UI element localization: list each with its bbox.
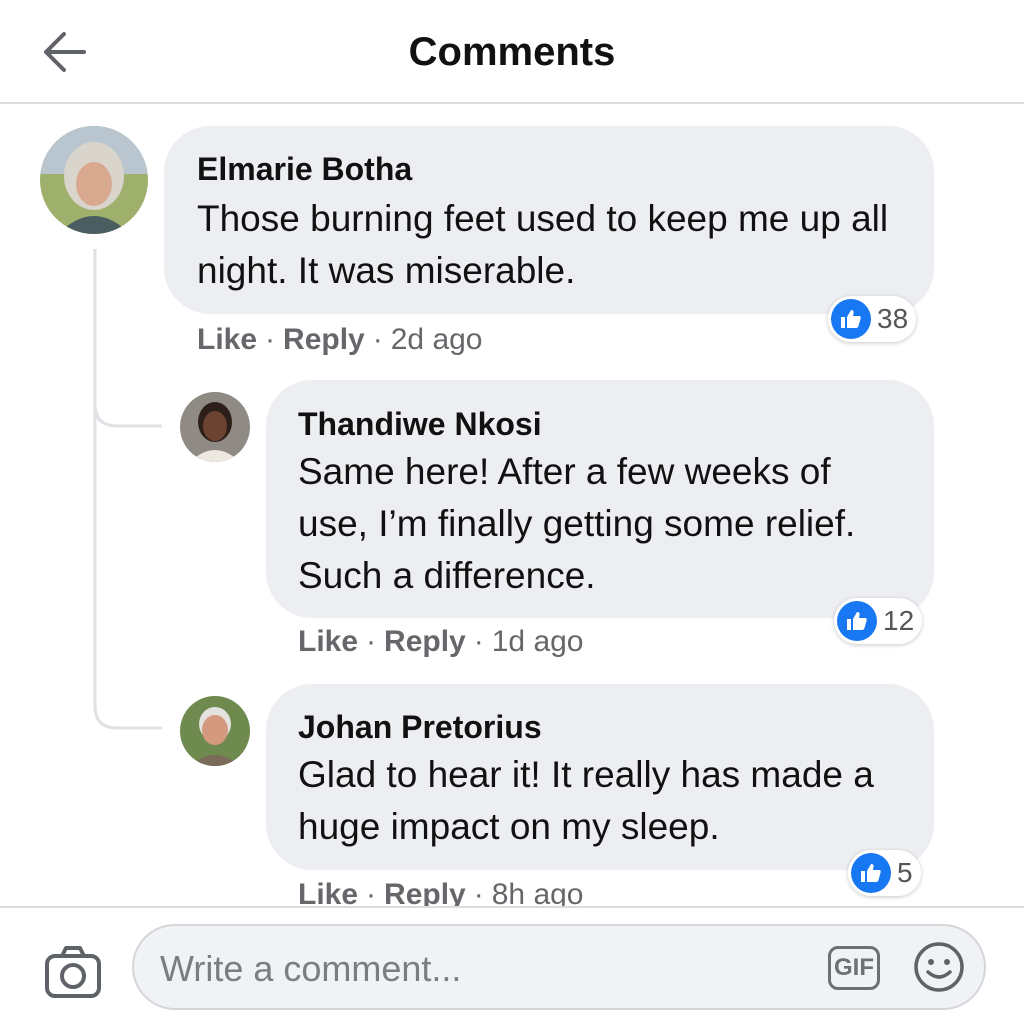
reply-button[interactable]: Reply bbox=[384, 625, 466, 658]
comment-input-wrapper: GIF bbox=[132, 924, 986, 1010]
comment-author[interactable]: Elmarie Botha bbox=[197, 151, 412, 188]
comment-thread: Elmarie Botha Those burning feet used to… bbox=[0, 104, 1024, 906]
comment-bubble: Johan Pretorius Glad to hear it! It real… bbox=[266, 684, 934, 870]
thumbs-up-icon bbox=[851, 853, 891, 893]
comment-actions: Like · Reply · 1d ago bbox=[298, 625, 584, 658]
header-bar: Comments bbox=[0, 0, 1024, 104]
like-count: 38 bbox=[877, 303, 909, 334]
timestamp: 8h ago bbox=[491, 878, 584, 906]
avatar-thandiwe-nkosi[interactable] bbox=[180, 392, 250, 462]
comment-author[interactable]: Thandiwe Nkosi bbox=[298, 406, 542, 443]
smiley-icon[interactable] bbox=[912, 940, 966, 994]
reaction-count-badge[interactable]: 38 bbox=[828, 296, 917, 342]
comment-actions: Like · Reply · 2d ago bbox=[197, 323, 483, 356]
reply-button[interactable]: Reply bbox=[283, 323, 365, 356]
like-button[interactable]: Like bbox=[197, 323, 257, 356]
comment-text: Glad to hear it! It really has made a hu… bbox=[298, 754, 874, 847]
reply-button[interactable]: Reply bbox=[384, 878, 466, 906]
comment-text: Those burning feet used to keep me up al… bbox=[197, 198, 889, 291]
avatar-elmarie-botha[interactable] bbox=[40, 126, 148, 234]
comment-bubble: Thandiwe Nkosi Same here! After a few we… bbox=[266, 380, 934, 618]
comment-composer: GIF bbox=[0, 906, 1024, 1026]
like-count: 12 bbox=[883, 605, 915, 636]
timestamp: 1d ago bbox=[491, 625, 584, 658]
comment-author[interactable]: Johan Pretorius bbox=[298, 709, 542, 746]
timestamp: 2d ago bbox=[390, 323, 483, 356]
thumbs-up-icon bbox=[831, 299, 871, 339]
gif-button[interactable]: GIF bbox=[828, 946, 880, 990]
camera-icon[interactable] bbox=[44, 944, 102, 1000]
comment-actions: Like · Reply · 8h ago bbox=[298, 878, 584, 906]
avatar-johan-pretorius[interactable] bbox=[180, 696, 250, 766]
comment-bubble: Elmarie Botha Those burning feet used to… bbox=[164, 126, 934, 314]
thumbs-up-icon bbox=[837, 601, 877, 641]
reaction-count-badge[interactable]: 5 bbox=[848, 850, 921, 896]
like-button[interactable]: Like bbox=[298, 878, 358, 906]
like-count: 5 bbox=[897, 857, 913, 888]
like-button[interactable]: Like bbox=[298, 625, 358, 658]
page-title: Comments bbox=[408, 30, 616, 74]
comment-input[interactable] bbox=[158, 944, 802, 994]
comment-text: Same here! After a few weeks of use, I’m… bbox=[298, 451, 856, 596]
reaction-count-badge[interactable]: 12 bbox=[834, 598, 923, 644]
